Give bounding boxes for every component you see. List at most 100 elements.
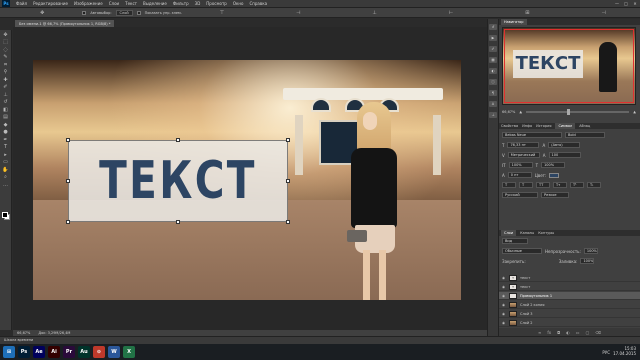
zoom-tool-icon[interactable]: ⌕ xyxy=(2,174,10,180)
zoom-slider-knob[interactable] xyxy=(567,109,571,115)
tab-properties[interactable]: Свойства xyxy=(501,123,518,129)
transform-handle[interactable] xyxy=(66,179,70,183)
transform-handle[interactable] xyxy=(66,220,70,224)
brush-tool-icon[interactable]: ✐ xyxy=(2,84,10,90)
tracking-field[interactable]: 100 xyxy=(548,152,581,158)
font-size-field[interactable]: 76,33 пт xyxy=(507,142,540,148)
auto-select-dropdown[interactable]: Слой xyxy=(115,9,133,16)
quick-select-tool-icon[interactable]: ✎ xyxy=(2,54,10,60)
taskbar-app-icon[interactable]: Ai xyxy=(48,346,60,358)
language-dropdown[interactable]: Русский xyxy=(502,192,538,198)
text-color-swatch[interactable] xyxy=(549,172,560,178)
align-top-icon[interactable]: ⊤ xyxy=(218,10,226,16)
crop-tool-icon[interactable]: ⌗ xyxy=(2,62,10,68)
info-panel-icon[interactable]: ⓘ xyxy=(489,79,497,85)
menu-window[interactable]: Окно xyxy=(233,1,244,6)
menu-edit[interactable]: Редактирование xyxy=(33,1,68,6)
zoom-out-icon[interactable]: ▲ xyxy=(519,109,522,115)
zoom-readout[interactable]: 66,67% xyxy=(17,331,30,335)
transform-handle[interactable] xyxy=(176,138,180,142)
all-caps-button[interactable]: TT xyxy=(536,182,550,188)
document-canvas[interactable]: ТЕКСТ xyxy=(33,60,461,300)
menu-file[interactable]: Файл xyxy=(16,1,27,6)
font-style-field[interactable]: Bold xyxy=(565,132,605,138)
auto-select-checkbox[interactable] xyxy=(82,10,87,15)
align-left-icon[interactable]: ⊢ xyxy=(447,10,455,16)
tab-history[interactable]: История xyxy=(536,123,551,129)
opacity-field[interactable]: 100% xyxy=(583,248,598,254)
navigator-thumbnail[interactable]: ТЕКСТ xyxy=(502,27,636,105)
faux-italic-button[interactable]: T xyxy=(519,182,533,188)
path-select-tool-icon[interactable]: ▸ xyxy=(2,152,10,158)
blend-mode-dropdown[interactable]: Обычные xyxy=(502,248,542,254)
tab-navigator[interactable]: Навигатор xyxy=(501,19,527,25)
tab-layers[interactable]: Слои xyxy=(501,230,517,236)
transform-handle[interactable] xyxy=(286,179,290,183)
zoom-in-icon[interactable]: ▲ xyxy=(633,109,636,115)
type-tool-icon[interactable]: T xyxy=(2,144,10,150)
layer-name[interactable]: Слой 3 xyxy=(520,312,532,316)
menu-3d[interactable]: 3D xyxy=(195,1,201,6)
vertical-scale-field[interactable]: 100% xyxy=(508,162,533,168)
taskbar-app-icon[interactable]: W xyxy=(108,346,120,358)
layer-row[interactable]: ◉ Слой 2 копия xyxy=(499,301,640,309)
move-tool-icon[interactable]: ✥ xyxy=(38,10,46,16)
taskbar-app-icon[interactable]: Ps xyxy=(18,346,30,358)
navigator-view-box[interactable] xyxy=(504,29,634,103)
transform-handle[interactable] xyxy=(176,220,180,224)
layer-name[interactable]: Прямоугольник 1 xyxy=(520,294,552,298)
subscript-button[interactable]: T₁ xyxy=(587,182,601,188)
layer-name[interactable]: Слой 2 копия xyxy=(520,303,544,307)
taskbar-app-icon[interactable]: Ae xyxy=(33,346,45,358)
leading-field[interactable]: (Авто) xyxy=(548,142,581,148)
paragraph-panel-icon[interactable]: ¶ xyxy=(489,90,497,96)
document-tab[interactable]: Без имени-1 @ 66,7% (Прямоугольник 1, RG… xyxy=(14,19,116,27)
navigator-zoom-value[interactable]: 66,67% xyxy=(502,109,515,115)
gradient-tool-icon[interactable]: ▤ xyxy=(2,114,10,120)
show-controls-checkbox[interactable] xyxy=(136,10,141,15)
menu-view[interactable]: Просмотр xyxy=(206,1,227,6)
visibility-eye-icon[interactable]: ◉ xyxy=(502,303,506,307)
photoshop-logo[interactable]: Ps xyxy=(2,0,10,7)
tab-character[interactable]: Символ xyxy=(555,123,576,129)
language-indicator[interactable]: РУС xyxy=(602,350,610,355)
align-middle-icon[interactable]: ⊣ xyxy=(294,10,302,16)
foreground-color-swatch[interactable] xyxy=(2,212,8,218)
adjustment-layer-icon[interactable]: ◐ xyxy=(566,330,570,335)
history-brush-tool-icon[interactable]: ↺ xyxy=(2,99,10,105)
zoom-slider[interactable] xyxy=(526,109,630,115)
layer-name[interactable]: текст xyxy=(520,276,530,280)
tab-info[interactable]: Инфо xyxy=(522,123,532,129)
layer-name[interactable]: текст xyxy=(520,285,530,289)
clone-source-panel-icon[interactable]: ⊥ xyxy=(489,112,497,118)
menu-help[interactable]: Справка xyxy=(249,1,267,6)
actions-panel-icon[interactable]: ▶ xyxy=(489,35,497,41)
history-panel-icon[interactable]: ↺ xyxy=(489,24,497,30)
horizontal-scale-field[interactable]: 100% xyxy=(541,162,566,168)
menu-image[interactable]: Изображение xyxy=(74,1,103,6)
faux-bold-button[interactable]: T xyxy=(502,182,516,188)
align-right-icon[interactable]: ⊣ xyxy=(600,10,608,16)
tab-channels[interactable]: Каналы xyxy=(520,230,534,236)
adjustments-panel-icon[interactable]: ◐ xyxy=(489,68,497,74)
shape-tool-icon[interactable]: ▭ xyxy=(2,159,10,165)
layer-row[interactable]: ◉ Прямоугольник 1 xyxy=(499,292,640,300)
superscript-button[interactable]: T¹ xyxy=(570,182,584,188)
taskbar-app-icon[interactable]: ⊙ xyxy=(93,346,105,358)
align-center-icon[interactable]: ⊞ xyxy=(523,10,531,16)
transform-selection-frame[interactable] xyxy=(68,140,288,222)
menu-layers[interactable]: Слои xyxy=(109,1,119,6)
minimize-icon[interactable]: — xyxy=(614,1,620,6)
small-caps-button[interactable]: Tт xyxy=(553,182,567,188)
visibility-eye-icon[interactable]: ◉ xyxy=(502,285,506,289)
hand-tool-icon[interactable]: ✋ xyxy=(2,167,10,173)
blur-tool-icon[interactable]: ◆ xyxy=(2,122,10,128)
taskbar-app-icon[interactable]: Pr xyxy=(63,346,75,358)
font-family-field[interactable]: Bebas Neue xyxy=(502,132,562,138)
pen-tool-icon[interactable]: ✒ xyxy=(2,137,10,143)
trash-icon[interactable]: ⌫ xyxy=(595,330,601,335)
document-info[interactable]: Док: 3,29М/26,4М xyxy=(38,331,70,335)
baseline-field[interactable]: 0 пт xyxy=(507,172,532,178)
healing-brush-tool-icon[interactable]: ✚ xyxy=(2,77,10,83)
layer-kind-filter[interactable]: Вид xyxy=(502,238,528,244)
